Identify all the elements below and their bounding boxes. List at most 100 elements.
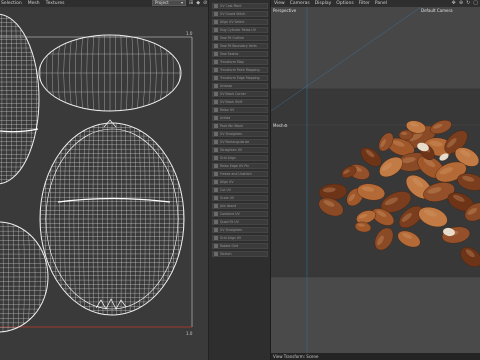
command-button[interactable]: Transform Point Mapping <box>212 67 268 73</box>
uv-island-top[interactable] <box>35 34 186 112</box>
tool-icon <box>214 188 218 192</box>
command-button-label: Cut UV <box>220 187 232 192</box>
almond <box>398 129 414 141</box>
uv-project-dropdown[interactable]: Project ▾ <box>152 0 186 6</box>
command-button-label: Combine UV <box>220 211 240 216</box>
viewport-menu-view[interactable]: View <box>274 0 285 7</box>
link-icon[interactable]: ⊘ <box>203 0 207 7</box>
viewport-menu-cameras[interactable]: Cameras <box>290 0 310 7</box>
uv-island-bottom-left[interactable] <box>0 221 51 333</box>
command-button[interactable]: Grid Align <box>212 155 268 161</box>
command-button[interactable]: Scale UV <box>212 195 268 201</box>
viewport-menu-display[interactable]: Display <box>315 0 332 7</box>
uv-toolbar: ⊞ ◆ ⊘ <box>189 0 207 7</box>
command-button[interactable]: Cut UV <box>212 187 268 193</box>
tool-icon <box>214 204 218 208</box>
command-button[interactable]: Relax Edge UV Pin <box>212 163 268 169</box>
tool-icon <box>214 116 218 120</box>
command-button[interactable]: Sew Seams <box>212 51 268 57</box>
command-button-label: Transform Map <box>220 59 244 64</box>
command-button-label: UV Block Corner <box>220 91 246 96</box>
command-button[interactable]: Pack Bin Block <box>212 123 268 129</box>
tool-icon <box>214 76 218 80</box>
uv-layout-drawing: 1.0 1.0 <box>0 13 193 336</box>
command-button[interactable]: Align UV Select <box>212 19 268 25</box>
command-button[interactable]: UV Block Shift <box>212 99 268 105</box>
uv-island-left[interactable] <box>0 13 42 185</box>
tool-icon <box>214 180 218 184</box>
chevron-down-icon: ▾ <box>180 0 183 5</box>
tool-icon <box>214 52 218 56</box>
viewport-camera-label[interactable]: Default Camera <box>421 8 453 13</box>
tool-icon <box>214 164 218 168</box>
command-button[interactable]: Transform Map <box>212 59 268 65</box>
command-button[interactable]: Rotate Grid <box>212 243 268 249</box>
maximize-icon[interactable]: ▢ <box>473 0 478 7</box>
command-button[interactable]: Stretch <box>212 251 268 257</box>
viewport-status-text: View Transform: Scene <box>273 354 319 359</box>
command-button[interactable]: Sew Fit Outline <box>212 35 268 41</box>
command-button-label: UV Guard Stitch <box>220 11 246 16</box>
command-button-label: Quad Fit UV <box>220 219 239 224</box>
tool-icon <box>214 68 218 72</box>
command-button[interactable]: Grid Align UV <box>212 235 268 241</box>
command-button-label: Relax UV <box>220 107 235 112</box>
command-button-label: Unfold <box>220 115 231 120</box>
settings-icon[interactable]: ⚙ <box>284 123 288 128</box>
tag-icon[interactable]: ◆ <box>196 0 200 7</box>
command-button[interactable]: Join Island <box>212 203 268 209</box>
command-button[interactable]: Combine UV <box>212 211 268 217</box>
command-button-label: Align UV <box>220 179 234 184</box>
command-button[interactable]: UV Straighten <box>212 131 268 137</box>
command-button[interactable]: Unfold <box>212 115 268 121</box>
viewport-menu-panel[interactable]: Panel <box>375 0 387 7</box>
command-button[interactable]: Unwrap <box>212 83 268 89</box>
command-button[interactable]: UV Guard Stitch <box>212 11 268 17</box>
command-button-label: Transform Edge Mapping <box>220 75 260 80</box>
command-button-label: Sew Seams <box>220 51 239 56</box>
command-button-label: Sew Fit Outline <box>220 35 244 40</box>
command-button-label: Straighten UV <box>220 147 243 152</box>
viewport-menu-filter[interactable]: Filter <box>359 0 370 7</box>
command-button-label: Sew Fit Boundary Verts <box>220 43 257 48</box>
uv-canvas[interactable]: 1.0 1.0 <box>0 7 208 360</box>
uv-island-shell[interactable] <box>36 119 189 316</box>
command-button-label: Scale UV <box>220 195 235 200</box>
command-button[interactable]: Hug Cylinder Relax UV <box>212 27 268 33</box>
command-button-label: UV Straighten <box>220 131 243 136</box>
command-button-label: Grid Align UV <box>220 235 242 240</box>
command-button-label: Join Island <box>220 203 237 208</box>
command-button[interactable]: Relax UV <box>212 107 268 113</box>
tool-icon <box>214 172 218 176</box>
command-button[interactable]: Straighten UV <box>212 147 268 153</box>
command-button-label: Grid Align <box>220 155 236 160</box>
grid-icon[interactable]: ⊞ <box>189 0 193 7</box>
rotate-icon[interactable]: ↻ <box>466 0 470 7</box>
viewport-toolbar: ✥ ⊕ ↻ ▢ <box>452 0 478 7</box>
viewport-canvas[interactable] <box>271 7 480 353</box>
tool-icon <box>214 236 218 240</box>
tool-icon <box>214 36 218 40</box>
command-button[interactable]: Quad Fit UV <box>212 219 268 225</box>
tool-icon <box>214 28 218 32</box>
uv-menu-textures[interactable]: Textures <box>46 0 65 7</box>
command-button[interactable]: UV Block Corner <box>212 91 268 97</box>
tool-icon <box>214 108 218 112</box>
command-button[interactable]: Transform Edge Mapping <box>212 75 268 81</box>
command-button[interactable]: UV Cast Point <box>212 3 268 9</box>
command-button[interactable]: Align UV <box>212 179 268 185</box>
uv-menu-selection[interactable]: Selection <box>1 0 22 7</box>
tool-icon <box>214 212 218 216</box>
command-button[interactable]: Sew Fit Boundary Verts <box>212 43 268 49</box>
zoom-icon[interactable]: ⊕ <box>459 0 463 7</box>
move-icon[interactable]: ✥ <box>452 0 456 7</box>
tool-icon <box>214 244 218 248</box>
command-button-label: Freeze and Unstitch <box>220 171 252 176</box>
uv-menu-mesh[interactable]: Mesh <box>28 0 40 7</box>
viewport-perspective-label[interactable]: Perspective <box>273 8 296 13</box>
viewport-menu-options[interactable]: Options <box>336 0 353 7</box>
command-button[interactable]: Freeze and Unstitch <box>212 171 268 177</box>
command-button[interactable]: UV Rectangularize <box>212 139 268 145</box>
command-button[interactable]: UV Straighten <box>212 227 268 233</box>
command-button-label: Stretch <box>220 251 232 256</box>
